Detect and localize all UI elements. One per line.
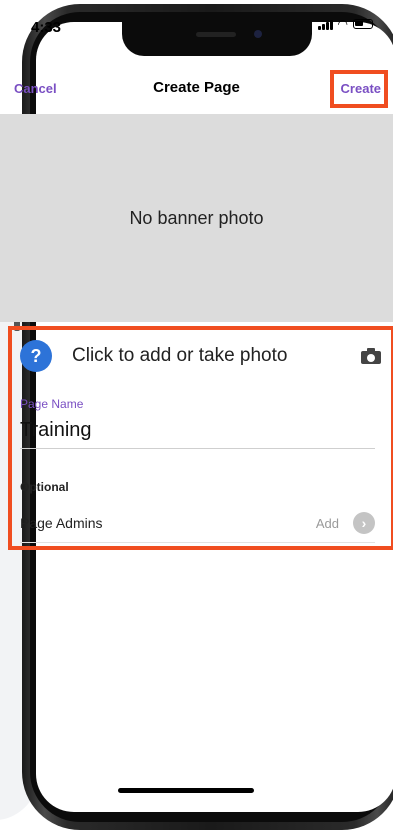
notch — [122, 22, 312, 56]
home-indicator[interactable] — [118, 788, 254, 793]
signal-icon — [317, 19, 333, 30]
page-name-underline — [20, 448, 375, 449]
add-admin-link[interactable]: Add — [316, 516, 339, 531]
banner-placeholder-text: No banner photo — [129, 207, 264, 228]
create-highlight-box — [330, 70, 388, 108]
camera-icon[interactable] — [361, 348, 381, 364]
status-time: 4:33 — [31, 19, 62, 36]
speaker — [196, 32, 236, 37]
add-photo-label[interactable]: Click to add or take photo — [72, 345, 361, 367]
add-photo-row[interactable]: ? Click to add or take photo — [20, 336, 381, 376]
battery-icon — [353, 19, 373, 29]
banner-photo-area[interactable]: No banner photo — [0, 114, 393, 322]
status-icons: ◠ — [317, 17, 373, 31]
page-name-label: Page Name — [20, 397, 84, 411]
page-admins-label: Page Admins — [20, 515, 103, 531]
optional-section-label: Optional — [20, 480, 69, 494]
page-name-input[interactable]: Training — [20, 419, 92, 442]
page-admins-row[interactable]: Page Admins Add › — [20, 510, 375, 536]
front-camera — [254, 30, 262, 38]
chevron-right-icon[interactable]: › — [353, 512, 375, 534]
wifi-icon: ◠ — [337, 17, 348, 31]
page-admins-underline — [20, 542, 375, 543]
question-circle-icon[interactable]: ? — [20, 340, 52, 372]
